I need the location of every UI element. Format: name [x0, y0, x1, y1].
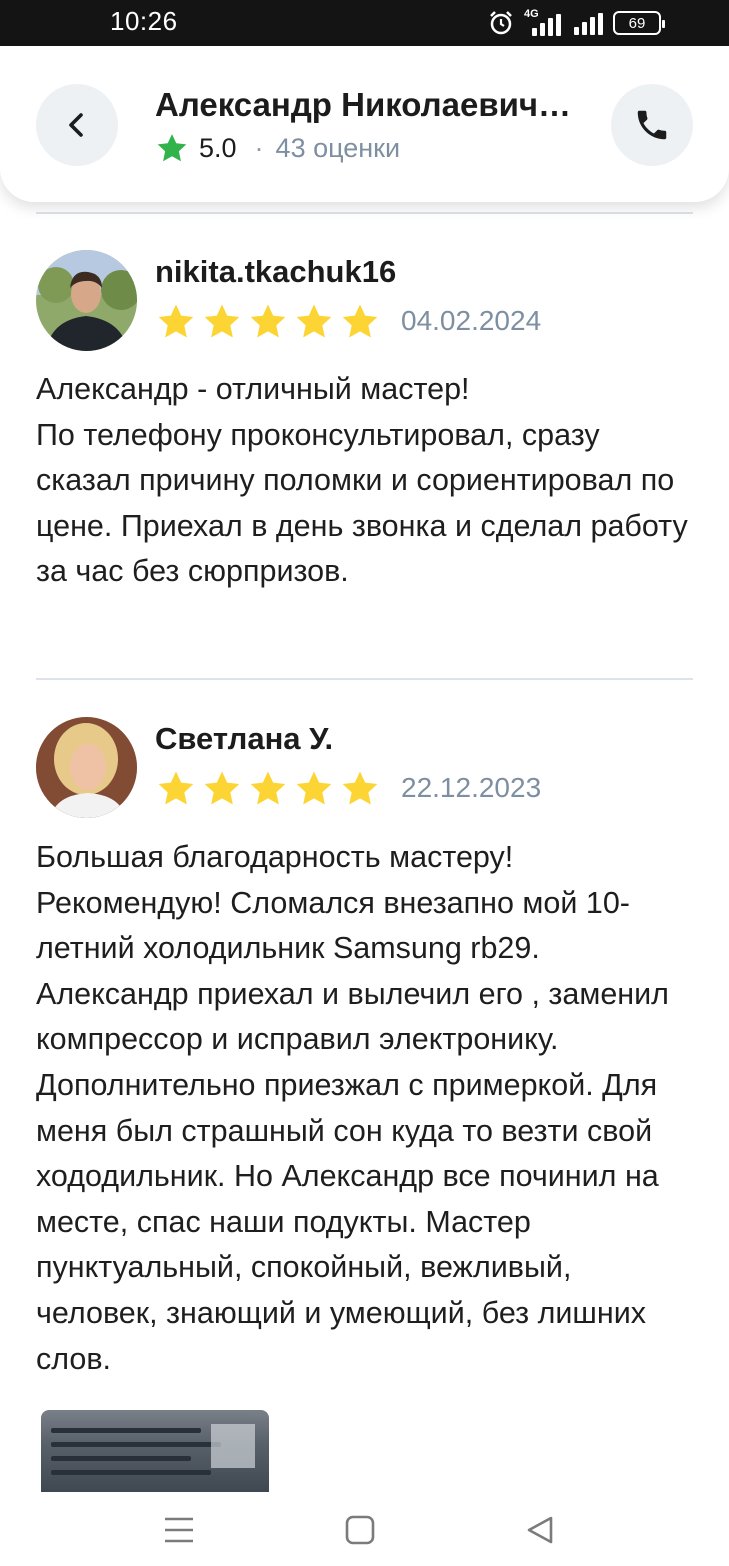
chevron-left-icon: [69, 113, 83, 137]
battery-icon: 69: [613, 11, 665, 35]
battery-level: 69: [628, 14, 646, 32]
review-text: Большая благодарность мастеру! Рекоменду…: [36, 840, 669, 1376]
alarm-icon: [490, 11, 512, 35]
rating-value: 5.0: [199, 133, 237, 163]
star-icon: [204, 771, 240, 805]
ratings-count: 43 оценки: [275, 133, 401, 163]
star-icon: [158, 771, 194, 805]
rating-separator: ·: [254, 133, 264, 163]
review-date: 22.12.2023: [401, 772, 542, 803]
status-bar: 10:26 4G 69: [0, 0, 729, 46]
star-icon: [158, 304, 194, 338]
star-icon: [250, 771, 286, 805]
phone-icon: [637, 110, 667, 140]
back-button[interactable]: [36, 84, 118, 166]
star-icon: [296, 771, 332, 805]
signal-icon-2: [574, 11, 603, 35]
star-icon: [157, 134, 187, 162]
divider: [36, 212, 693, 214]
menu-icon: [165, 1517, 193, 1543]
review-author[interactable]: nikita.tkachuk16: [155, 254, 396, 290]
avatar[interactable]: [36, 250, 137, 351]
back-nav-button[interactable]: [520, 1510, 560, 1550]
avatar[interactable]: [36, 717, 137, 818]
header-rating[interactable]: 5.0 · 43 оценки: [155, 132, 400, 165]
page-title: Александр Николаевич…: [155, 86, 572, 123]
network-icon: 4G: [524, 8, 564, 36]
status-icons: 4G 69: [488, 8, 665, 38]
avatar-photo-icon: [36, 250, 137, 351]
home-button[interactable]: [340, 1510, 380, 1550]
review-author[interactable]: Светлана У.: [155, 721, 333, 757]
star-icon: [250, 304, 286, 338]
signal-icon-1: [532, 12, 561, 36]
call-button[interactable]: [611, 84, 693, 166]
review-date: 04.02.2024: [401, 305, 542, 336]
system-nav-bar: [0, 1492, 729, 1566]
back-triangle-icon: [527, 1516, 553, 1544]
star-icon: [342, 304, 378, 338]
review-text: Александр - отличный мастер! По телефону…: [36, 372, 688, 589]
avatar-photo-icon: [36, 717, 137, 818]
review-stars: [155, 769, 381, 809]
star-icon: [296, 304, 332, 338]
status-time: 10:26: [110, 6, 178, 36]
menu-button[interactable]: [159, 1510, 199, 1550]
review-photo[interactable]: [41, 1410, 269, 1494]
star-icon: [342, 771, 378, 805]
review-stars: [155, 302, 381, 342]
star-icon: [204, 304, 240, 338]
home-square-icon: [345, 1515, 375, 1545]
divider: [36, 678, 693, 680]
header-card: Александр Николаевич… 5.0 · 43 оценки: [0, 46, 729, 202]
